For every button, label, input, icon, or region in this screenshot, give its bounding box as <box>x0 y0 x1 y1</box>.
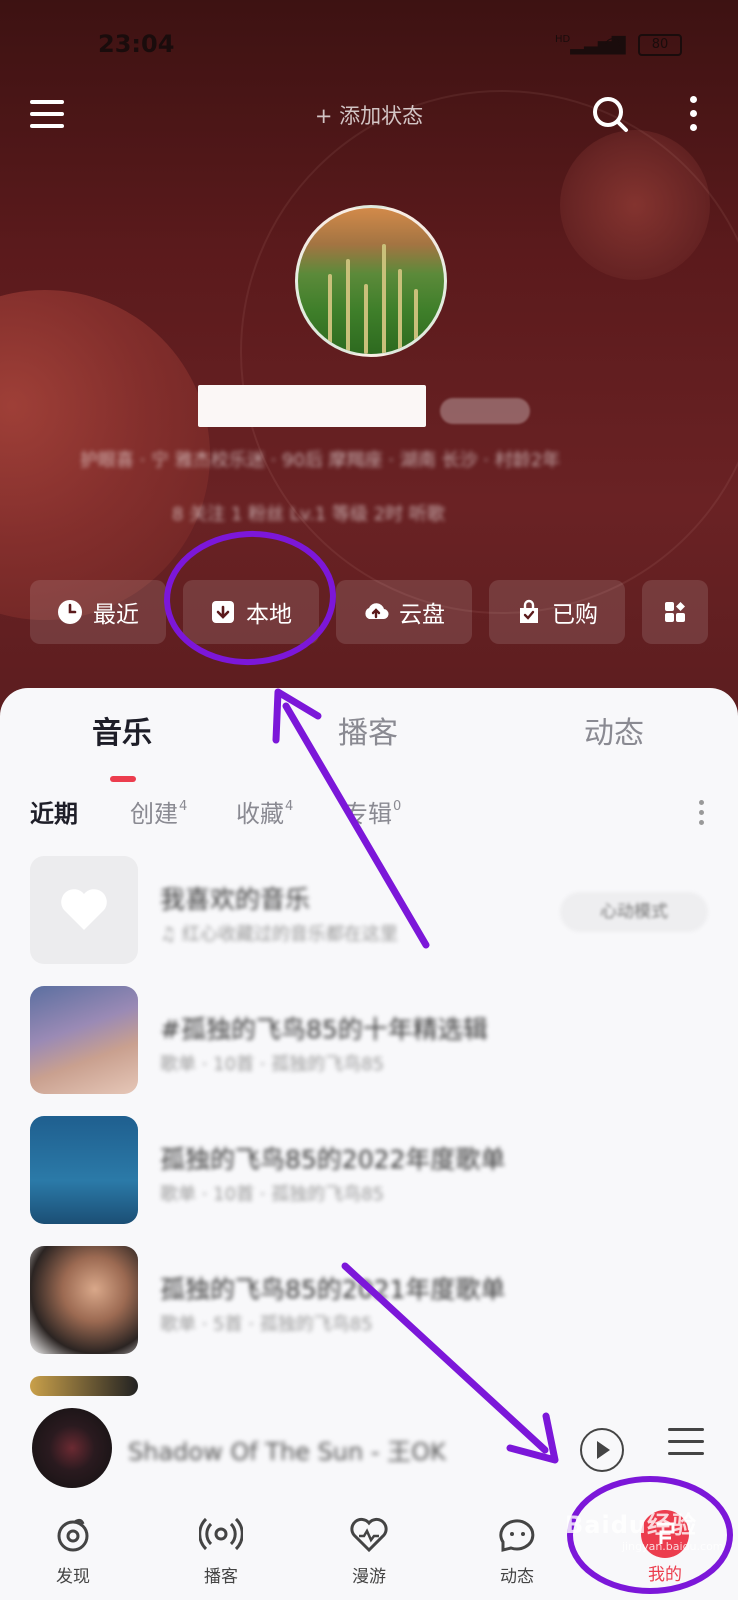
subtab-created-count: 4 <box>179 799 188 814</box>
subtab-albums-count: 0 <box>393 799 402 814</box>
profile-tags: 护眼喜 · 宁 雅杰校乐迷 · 90后 摩羯座 · 湖南 长沙 · 村龄2年 <box>80 450 561 471</box>
heartbeat-mode-button[interactable]: 心动模式 <box>560 892 708 932</box>
wifi-icon: ◠ <box>604 32 622 56</box>
more-apps-button[interactable] <box>642 580 708 644</box>
purchased-button[interactable]: 已购 <box>489 580 625 644</box>
avatar[interactable] <box>295 205 447 357</box>
tab-podcast[interactable]: 播客 <box>338 708 398 752</box>
discover-icon <box>57 1518 89 1552</box>
playlist-cover <box>30 1116 138 1224</box>
recent-button[interactable]: 最近 <box>30 580 166 644</box>
profile-stats: 8 关注 1 粉丝 Lv.1 等级 2时 听歌 <box>172 504 445 525</box>
active-tab-indicator <box>110 776 136 782</box>
playlist-cover <box>30 1376 138 1396</box>
battery-icon: 80 <box>638 34 682 56</box>
mini-player[interactable]: Shadow Of The Sun - 王OK <box>0 1398 738 1498</box>
recent-label: 最近 <box>93 602 139 628</box>
nav-moments[interactable]: 动态 <box>462 1500 572 1600</box>
now-playing-disc[interactable] <box>32 1408 112 1488</box>
playlist-subtitle: ♫ 红心收藏过的音乐都在这里 <box>160 924 398 945</box>
liked-music-cover <box>30 856 138 964</box>
list-more-icon[interactable] <box>699 800 705 826</box>
playlist-subtitle: 歌单 · 5首 · 孤独的飞鸟85 <box>160 1314 373 1335</box>
chat-bubble-icon <box>499 1519 535 1552</box>
playlist-title: #孤独的飞鸟85的十年精选辑 <box>160 1015 488 1044</box>
nav-moments-label: 动态 <box>500 1567 534 1587</box>
local-label: 本地 <box>246 602 292 628</box>
subtab-created-label: 创建 <box>130 800 178 828</box>
watermark-logo: Baidu经验 <box>565 1511 697 1539</box>
subtab-created[interactable]: 创建4 <box>130 794 187 829</box>
heart-icon <box>61 889 107 930</box>
watermark-url: jingyan.baidu.com <box>622 1540 724 1553</box>
list-item[interactable]: 孤独的飞鸟85的2021年度歌单 歌单 · 5首 · 孤独的飞鸟85 <box>0 1246 738 1356</box>
purchased-label: 已购 <box>552 602 598 628</box>
nav-discover-label: 发现 <box>56 1567 90 1587</box>
heart-wave-icon <box>350 1517 388 1553</box>
subtab-collected[interactable]: 收藏4 <box>236 794 293 829</box>
local-button[interactable]: 本地 <box>183 580 319 644</box>
decorative-arc <box>240 90 738 614</box>
cloud-label: 云盘 <box>399 602 445 628</box>
shopping-bag-icon <box>520 599 538 623</box>
apps-grid-icon <box>665 602 685 622</box>
signal-label: HD <box>555 34 571 45</box>
clock-icon <box>58 600 82 624</box>
list-item[interactable]: 我喜欢的音乐 ♫ 红心收藏过的音乐都在这里 心动模式 <box>0 856 738 966</box>
playlist-title: 孤独的飞鸟85的2022年度歌单 <box>160 1145 506 1174</box>
nav-podcast[interactable]: 播客 <box>166 1500 276 1600</box>
sub-tabs: 近期 创建4 收藏4 专辑0 <box>0 794 738 834</box>
status-bar: 23:04 HD▂▃▅▇ ◠ 80 <box>0 22 738 66</box>
nav-roam[interactable]: 漫游 <box>314 1500 424 1600</box>
podcast-icon <box>198 1517 244 1551</box>
subtab-albums[interactable]: 专辑0 <box>344 794 401 829</box>
tab-moments[interactable]: 动态 <box>584 708 644 752</box>
download-box-icon <box>212 601 234 623</box>
tab-music[interactable]: 音乐 <box>92 708 152 752</box>
subtab-recent[interactable]: 近期 <box>30 794 78 829</box>
playlist-title: 我喜欢的音乐 <box>160 885 311 914</box>
playlist-cover <box>30 986 138 1094</box>
subtab-collected-label: 收藏 <box>236 800 284 828</box>
more-options-icon[interactable] <box>688 96 698 134</box>
main-tabs: 音乐 播客 动态 <box>0 708 738 782</box>
playlist-cover <box>30 1246 138 1354</box>
top-bar: + 添加状态 <box>0 90 738 140</box>
playlist-subtitle: 歌单 · 10首 · 孤独的飞鸟85 <box>160 1184 385 1205</box>
search-icon[interactable] <box>590 94 630 134</box>
now-playing-title[interactable]: Shadow Of The Sun - 王OK <box>128 1432 446 1467</box>
cloud-upload-icon <box>365 603 389 620</box>
subtab-recent-label: 近期 <box>30 800 78 828</box>
list-item[interactable]: 孤独的飞鸟85的2022年度歌单 歌单 · 10首 · 孤独的飞鸟85 <box>0 1116 738 1226</box>
subtab-albums-label: 专辑 <box>344 800 392 828</box>
cloud-button[interactable]: 云盘 <box>336 580 472 644</box>
playlist-subtitle: 歌单 · 10首 · 孤独的飞鸟85 <box>160 1054 385 1075</box>
playlist-queue-icon[interactable] <box>668 1428 704 1468</box>
nav-mine-label: 我的 <box>648 1565 682 1585</box>
nav-roam-label: 漫游 <box>352 1567 386 1587</box>
status-time: 23:04 <box>98 30 175 58</box>
nav-podcast-label: 播客 <box>204 1567 238 1587</box>
list-item-partial[interactable] <box>0 1376 738 1396</box>
list-item[interactable]: #孤独的飞鸟85的十年精选辑 歌单 · 10首 · 孤独的飞鸟85 <box>0 986 738 1096</box>
nav-discover[interactable]: 发现 <box>18 1500 128 1600</box>
play-button[interactable] <box>580 1428 624 1472</box>
quick-actions: 最近 本地 云盘 已购 <box>0 580 738 646</box>
username-redacted <box>198 385 426 427</box>
playlist-title: 孤独的飞鸟85的2021年度歌单 <box>160 1275 506 1304</box>
vip-level-pill[interactable] <box>440 398 530 424</box>
subtab-collected-count: 4 <box>285 799 294 814</box>
